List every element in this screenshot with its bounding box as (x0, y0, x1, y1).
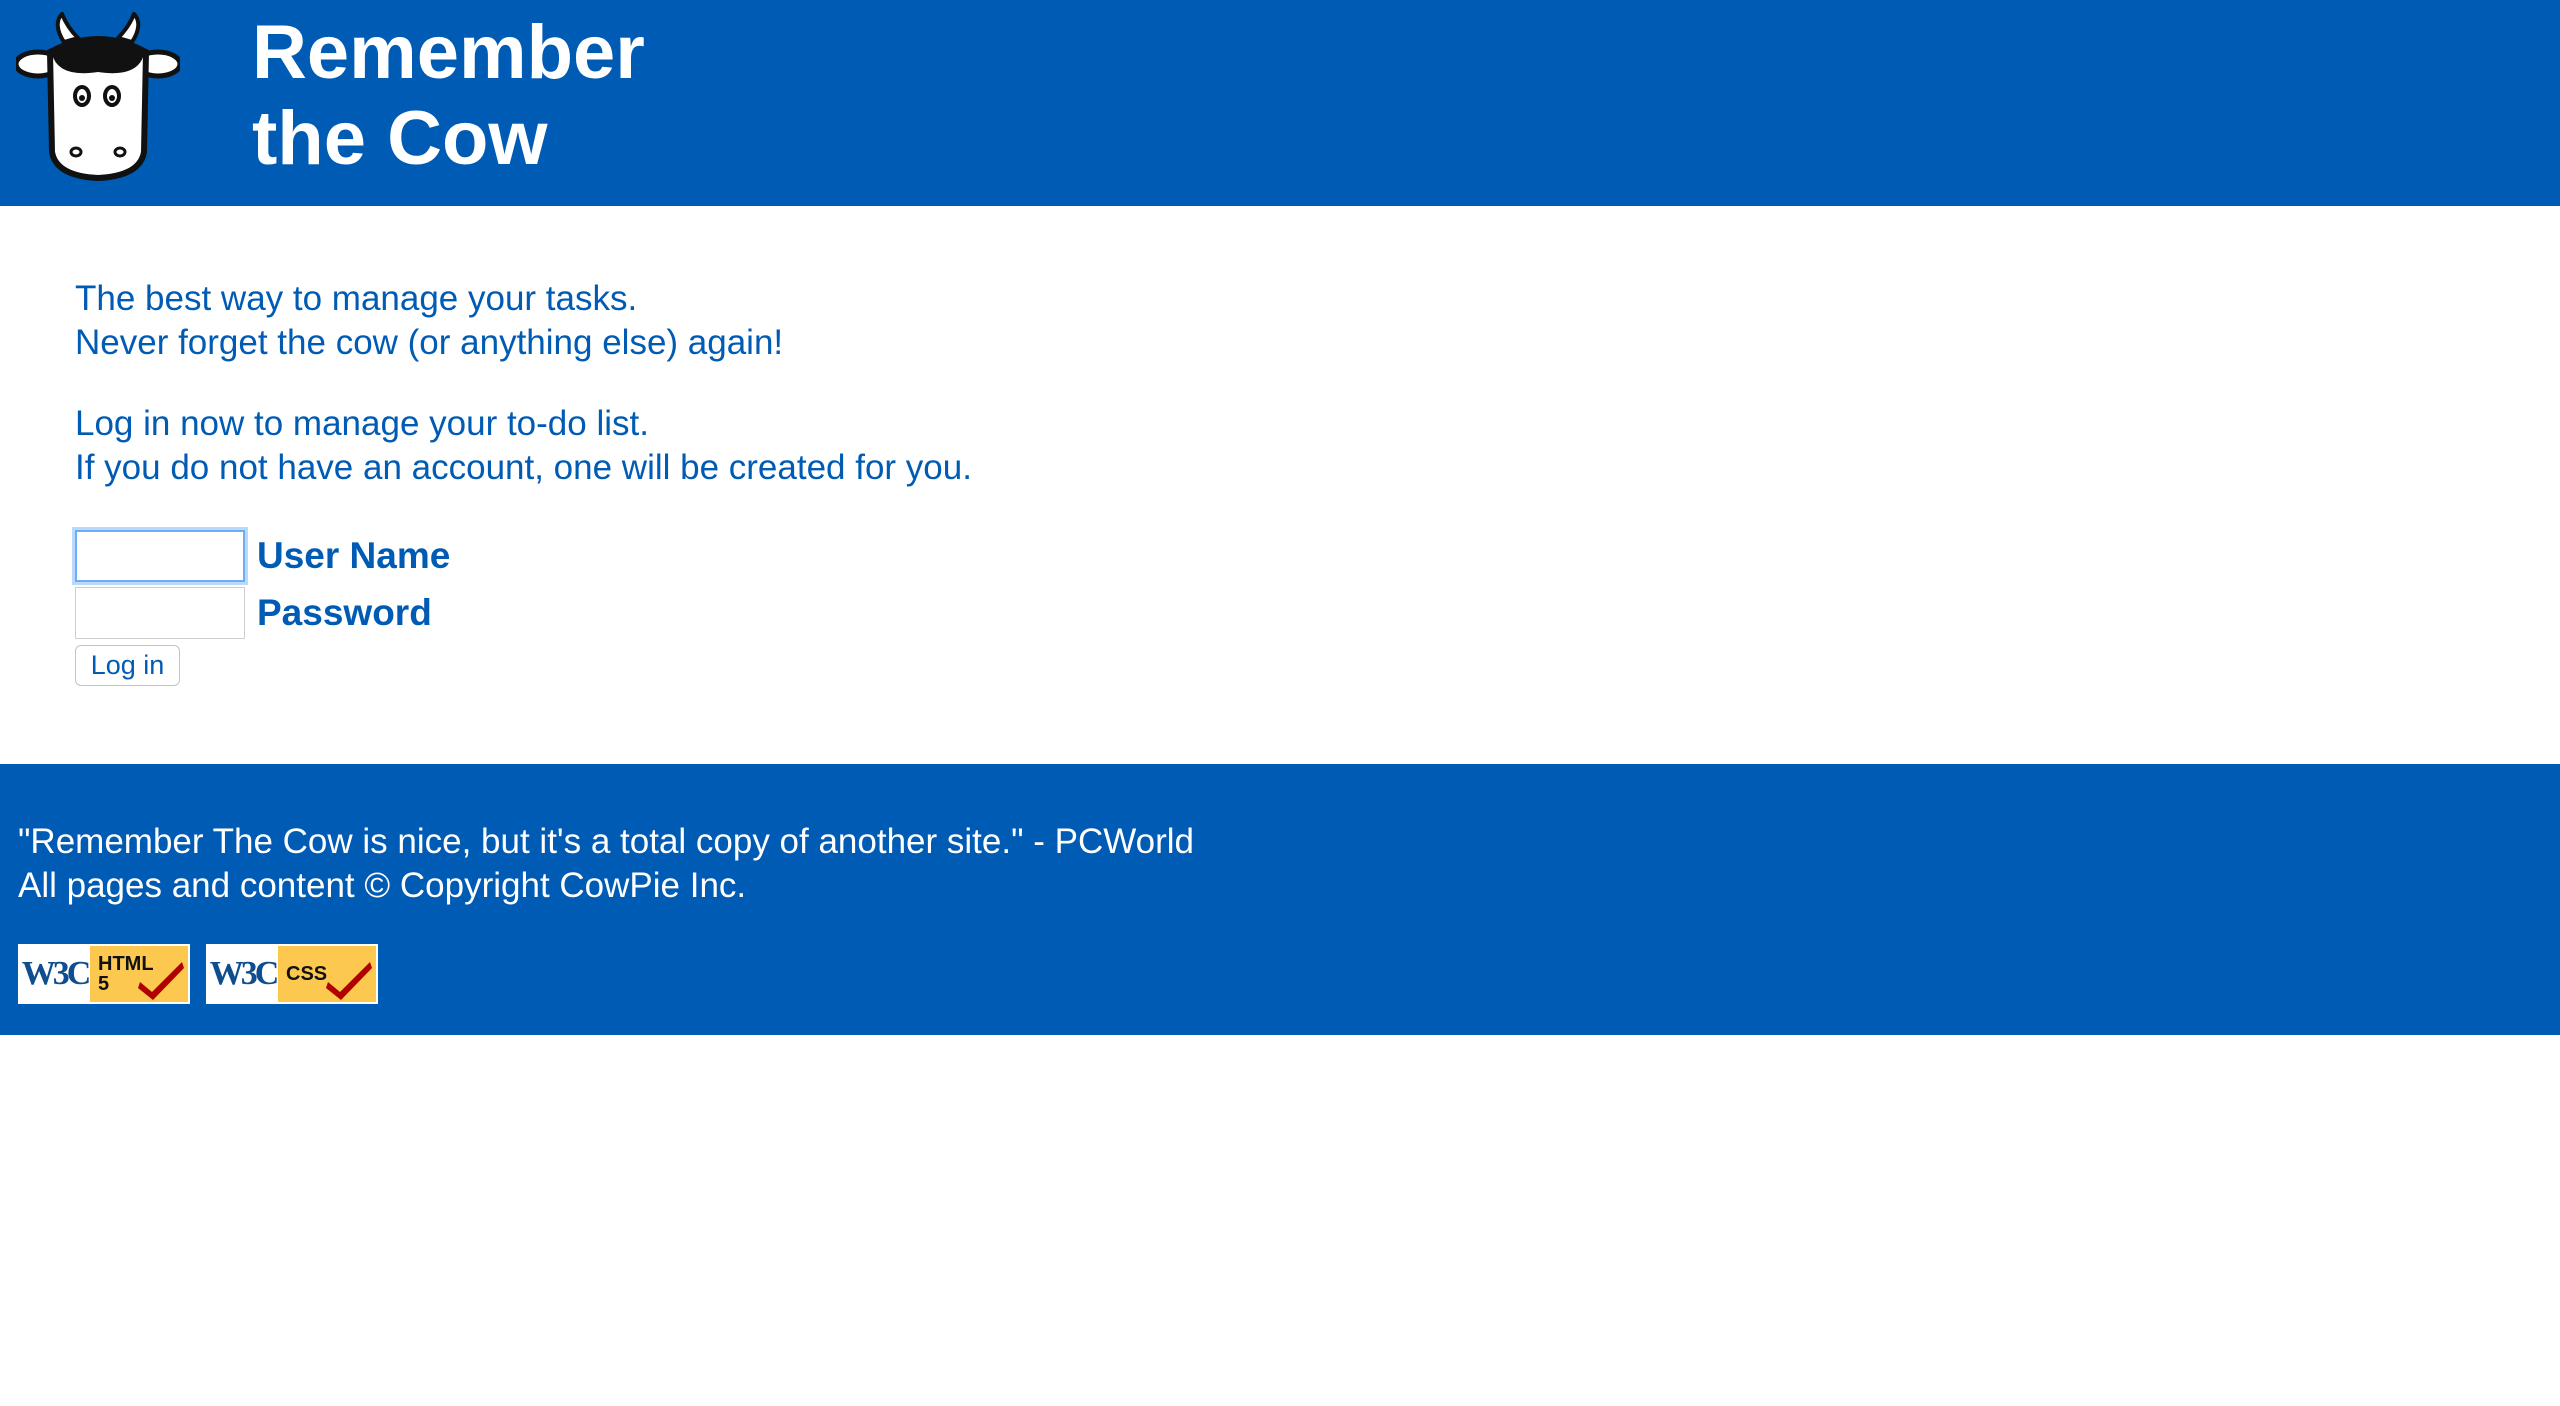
badge-tech-name: CSS (286, 963, 328, 985)
intro-account-note: If you do not have an account, one will … (75, 448, 972, 487)
check-icon (326, 962, 372, 1000)
intro-slogan: Never forget the cow (or anything else) … (75, 323, 784, 362)
check-icon (138, 962, 184, 1000)
badge-tech: CSS (278, 946, 376, 1002)
intro-tagline: The best way to manage your tasks. (75, 279, 638, 318)
w3c-css-badge[interactable]: W3C CSS (206, 944, 378, 1004)
intro-line: The best way to manage your tasks. Never… (75, 277, 972, 365)
site-title-line2: the Cow (252, 96, 548, 181)
footer-quote: "Remember The Cow is nice, but it's a to… (18, 822, 1195, 861)
username-input[interactable] (75, 530, 245, 582)
w3c-html5-badge[interactable]: W3C HTML 5 (18, 944, 190, 1004)
password-label: Password (257, 592, 432, 633)
username-label: User Name (257, 535, 451, 576)
site-footer: "Remember The Cow is nice, but it's a to… (0, 764, 2560, 1035)
w3c-logo-text: W3C (208, 946, 279, 1002)
password-input[interactable] (75, 587, 245, 639)
site-header: Remember the Cow (0, 0, 2560, 206)
intro-login-prompt: Log in now to manage your to-do list. (75, 404, 649, 443)
login-button[interactable]: Log in (75, 645, 180, 686)
footer-copyright: All pages and content © Copyright CowPie… (18, 866, 747, 905)
intro-text: The best way to manage your tasks. Never… (75, 277, 972, 490)
w3c-logo-text: W3C (20, 946, 91, 1002)
site-title-line1: Remember (252, 10, 645, 95)
badge-tech: HTML 5 (90, 946, 188, 1002)
site-title: Remember the Cow (252, 10, 645, 182)
cow-face-icon (16, 12, 180, 182)
intro-login-info: Log in now to manage your to-do list. If… (75, 402, 972, 490)
footer-text: "Remember The Cow is nice, but it's a to… (18, 820, 1194, 908)
